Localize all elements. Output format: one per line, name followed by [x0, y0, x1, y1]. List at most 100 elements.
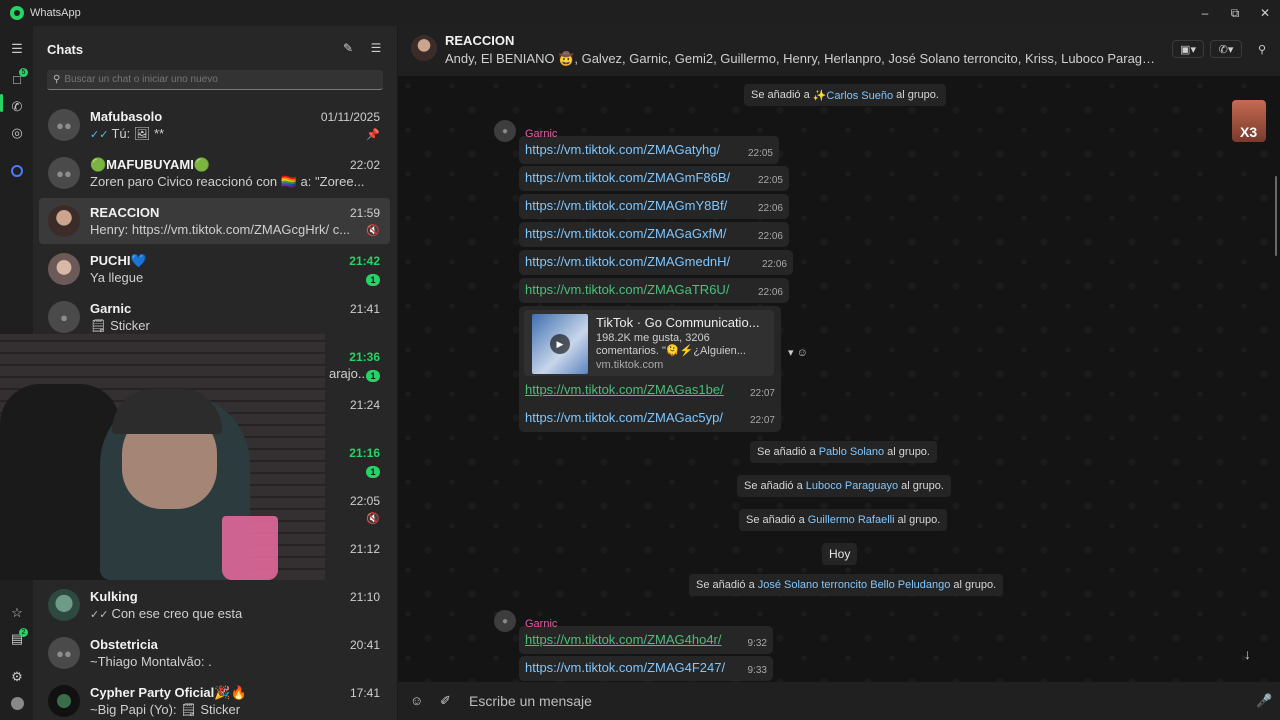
- chat-row-mafubasolo[interactable]: ●● Mafubasolo 01/11/2025 ✓✓ Tú: 🖼 ** 📌: [39, 102, 390, 148]
- scroll-down-icon[interactable]: ↓: [1244, 646, 1251, 662]
- scrollbar[interactable]: [1275, 176, 1277, 256]
- minimize-icon[interactable]: –: [1188, 0, 1222, 26]
- voice-call-button[interactable]: ✆ ▾: [1210, 40, 1242, 58]
- react-emoji-icon[interactable]: ▾ ☺: [788, 346, 808, 359]
- message-bubble[interactable]: https://vm.tiktok.com/ZMAGaGxfM/ 22:06: [519, 222, 789, 247]
- chats-icon[interactable]: □ 5: [6, 68, 28, 90]
- message-bubble[interactable]: https://vm.tiktok.com/ZMAG4F247/ 9:33: [519, 656, 773, 681]
- message-link[interactable]: https://vm.tiktok.com/ZMAGac5yp/: [525, 410, 723, 425]
- conversation-header[interactable]: REACCION Andy, El BENIANO 🤠, Galvez, Gar…: [398, 26, 1280, 76]
- status-icon[interactable]: ◎: [6, 122, 28, 144]
- message-bubble[interactable]: https://vm.tiktok.com/ZMAGac5yp/ 22:07: [519, 406, 781, 431]
- starred-icon[interactable]: ☆: [6, 602, 28, 624]
- chat-row-puchi[interactable]: PUCHI💙 21:42 Ya llegue 1: [39, 246, 390, 292]
- settings-icon[interactable]: ⚙: [6, 666, 28, 688]
- new-chat-icon[interactable]: ✎: [340, 40, 356, 56]
- chat-time: 22:05: [349, 494, 380, 508]
- avatar[interactable]: [411, 35, 437, 61]
- chat-preview: arajo...: [329, 366, 369, 381]
- sender-name[interactable]: Garnic: [525, 618, 557, 630]
- chat-row-kulking[interactable]: Kulking 21:10 ✓✓ Con ese creo que esta: [39, 582, 390, 628]
- chat-name: Mafubasolo: [90, 109, 163, 124]
- system-contact-link[interactable]: Guillermo Rafaelli: [808, 514, 895, 526]
- video-icon: ▣: [1180, 43, 1191, 56]
- message-bubble[interactable]: https://vm.tiktok.com/ZMAGmY8Bf/ 22:06: [519, 194, 789, 219]
- message-link[interactable]: https://vm.tiktok.com/ZMAGas1be/: [525, 382, 724, 397]
- message-bubble[interactable]: Garnic https://vm.tiktok.com/ZMAG4ho4r/ …: [519, 618, 773, 654]
- meta-ai-icon[interactable]: [6, 160, 28, 182]
- message-bubble[interactable]: https://vm.tiktok.com/ZMAGas1be/ 22:07: [519, 378, 781, 403]
- message-composer: ☺ ✐ 🎤: [398, 682, 1280, 720]
- chat-name: REACCION: [90, 205, 160, 220]
- system-text: Se añadió a: [696, 579, 755, 591]
- sticker-text: X3: [1240, 124, 1258, 140]
- avatar: [48, 589, 80, 621]
- chat-list-title: Chats: [47, 41, 84, 57]
- title-bar: WhatsApp – ⧉ ✕: [0, 0, 1280, 26]
- video-thumbnail[interactable]: ▶: [532, 314, 588, 374]
- message-link[interactable]: https://vm.tiktok.com/ZMAGmY8Bf/: [525, 198, 727, 213]
- chat-preview: 🗒 Sticker: [90, 318, 150, 333]
- maximize-icon[interactable]: ⧉: [1218, 0, 1252, 26]
- chat-name: 🟢MAFUBUYAMI🟢: [90, 157, 211, 172]
- message-time: 22:05: [747, 148, 773, 159]
- chats-badge: 5: [19, 68, 28, 77]
- whatsapp-logo-icon: [10, 6, 24, 20]
- group-avatar-icon: ●●: [48, 109, 80, 141]
- calls-icon[interactable]: ✆: [6, 96, 28, 118]
- chat-row-mafubuyami[interactable]: ●● 🟢MAFUBUYAMI🟢 22:02 Zoren paro Civico …: [39, 150, 390, 196]
- chat-row-obstetricia[interactable]: ●● Obstetricia 20:41 ~Thiago Montalvão: …: [39, 630, 390, 676]
- muted-icon: 🔇: [366, 513, 380, 525]
- chat-row-reaccion[interactable]: REACCION 21:59 Henry: https://vm.tiktok.…: [39, 198, 390, 244]
- message-link[interactable]: https://vm.tiktok.com/ZMAG4F247/: [525, 660, 725, 675]
- message-input[interactable]: [469, 691, 1169, 711]
- profile-icon[interactable]: [6, 692, 28, 714]
- link-preview-card[interactable]: ▶ TikTok · Go Communicatio... 198.2K me …: [524, 310, 774, 376]
- sender-avatar-icon[interactable]: ●: [494, 610, 516, 632]
- sticker-thumbnail[interactable]: X3: [1232, 100, 1266, 142]
- system-message: Se añadió a Guillermo Rafaelli al grupo.: [739, 509, 948, 531]
- message-link[interactable]: https://vm.tiktok.com/ZMAGaGxfM/: [525, 226, 727, 241]
- chat-time: 22:02: [349, 158, 380, 172]
- preview-domain: vm.tiktok.com: [596, 359, 664, 371]
- system-contact-link[interactable]: Pablo Solano: [819, 446, 884, 458]
- sender-avatar-icon[interactable]: ●: [494, 120, 516, 142]
- filter-icon[interactable]: ☰: [368, 40, 384, 56]
- microphone-icon[interactable]: 🎤: [1256, 693, 1272, 709]
- search-icon[interactable]: ⚲: [1254, 40, 1270, 58]
- attach-icon[interactable]: ✐: [440, 693, 451, 709]
- group-avatar-icon: ●●: [48, 637, 80, 669]
- system-message: Se añadió a Luboco Paraguayo al grupo.: [737, 475, 951, 497]
- message-link[interactable]: https://vm.tiktok.com/ZMAGatyhg/: [525, 142, 720, 157]
- system-contact-link[interactable]: José Solano terroncito Bello Peludango: [758, 579, 951, 591]
- archived-icon[interactable]: ▤ 2: [6, 628, 28, 650]
- message-bubble[interactable]: https://vm.tiktok.com/ZMAGmednH/ 22:06: [519, 250, 793, 275]
- emoji-icon[interactable]: ☺: [410, 693, 423, 708]
- system-message: Se añadió a José Solano terroncito Bello…: [689, 574, 1004, 596]
- sender-name[interactable]: Garnic: [525, 128, 557, 140]
- active-indicator: [0, 94, 3, 112]
- message-link[interactable]: https://vm.tiktok.com/ZMAG4ho4r/: [525, 632, 722, 647]
- chat-time: 20:41: [349, 638, 380, 652]
- menu-icon[interactable]: ☰: [6, 38, 28, 60]
- avatar: [48, 685, 80, 717]
- message-link[interactable]: https://vm.tiktok.com/ZMAGmF86B/: [525, 170, 730, 185]
- system-contact-link[interactable]: Luboco Paraguayo: [806, 480, 898, 492]
- avatar: [48, 253, 80, 285]
- message-bubble[interactable]: Garnic https://vm.tiktok.com/ZMAGatyhg/ …: [519, 128, 779, 164]
- video-call-button[interactable]: ▣ ▾: [1172, 40, 1204, 58]
- close-icon[interactable]: ✕: [1248, 0, 1280, 26]
- message-time: 22:06: [761, 259, 787, 270]
- search-box[interactable]: ⚲: [47, 70, 383, 90]
- message-link[interactable]: https://vm.tiktok.com/ZMAGmednH/: [525, 254, 730, 269]
- system-contact-link[interactable]: ✨Carlos Sueño: [813, 89, 893, 102]
- chat-row-cypher-party[interactable]: Cypher Party Oficial🎉🔥 17:41 ~Big Papi (…: [39, 678, 390, 720]
- unread-badge: 1: [366, 370, 380, 382]
- search-input[interactable]: [64, 74, 365, 85]
- message-bubble[interactable]: https://vm.tiktok.com/ZMAGaTR6U/ 22:06: [519, 278, 789, 303]
- preview-description: 198.2K me gusta, 3206 comentarios. "🫠⚡¿A…: [596, 332, 746, 357]
- system-message: Se añadió a ✨Carlos Sueño al grupo.: [744, 84, 946, 106]
- member-list: Andy, El BENIANO 🤠, Galvez, Garnic, Gemi…: [445, 51, 1160, 66]
- message-link[interactable]: https://vm.tiktok.com/ZMAGaTR6U/: [525, 282, 729, 297]
- message-bubble[interactable]: https://vm.tiktok.com/ZMAGmF86B/ 22:05: [519, 166, 789, 191]
